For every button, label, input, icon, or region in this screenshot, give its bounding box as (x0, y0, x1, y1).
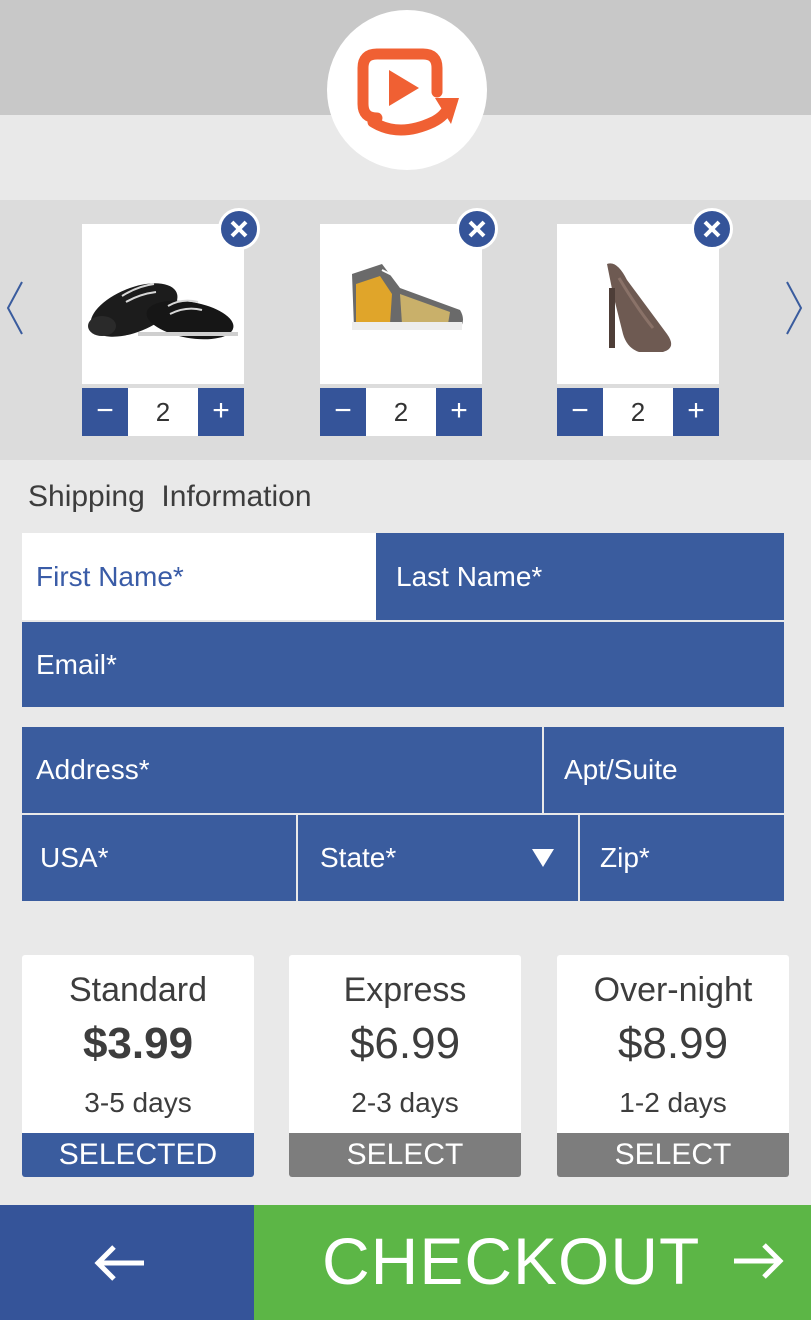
last-name-field[interactable]: Last Name* (378, 533, 784, 620)
country-field[interactable]: USA* (22, 815, 296, 901)
product-image-sneaker[interactable] (320, 224, 482, 384)
chevron-right-icon (786, 281, 803, 335)
shipping-option-standard[interactable]: Standard $3.99 3-5 days SELECTED (22, 955, 254, 1177)
product-image-high-heel[interactable] (557, 224, 719, 384)
decrease-quantity-button[interactable]: − (320, 388, 366, 436)
email-field[interactable]: Email* (22, 622, 784, 707)
cart-item: − 2 + (557, 208, 733, 436)
remove-item-button[interactable] (456, 208, 498, 250)
dropdown-triangle-icon (532, 849, 554, 867)
shipping-option-name: Standard (69, 971, 207, 1009)
shipping-option-price: $8.99 (617, 1019, 729, 1068)
decrease-quantity-button[interactable]: − (557, 388, 603, 436)
close-icon (703, 220, 721, 238)
shipping-select-button[interactable]: SELECT (289, 1133, 521, 1177)
zip-field[interactable]: Zip* (580, 815, 784, 901)
chevron-left-icon (6, 281, 23, 335)
shipping-option-overnight[interactable]: Over-night $8.99 1-2 days SELECT (557, 955, 789, 1177)
close-icon (468, 220, 486, 238)
quantity-stepper: − 2 + (82, 388, 244, 436)
first-name-field[interactable]: First Name* (22, 533, 376, 620)
section-title: Shipping Information (28, 480, 312, 513)
shipping-option-price: $6.99 (349, 1019, 461, 1068)
quantity-stepper: − 2 + (557, 388, 719, 436)
address-field[interactable]: Address* (22, 727, 542, 813)
close-icon (230, 220, 248, 238)
decrease-quantity-button[interactable]: − (82, 388, 128, 436)
carousel-next-button[interactable] (783, 278, 805, 343)
increase-quantity-button[interactable]: + (673, 388, 719, 436)
state-select-label: State* (320, 842, 397, 873)
shipping-option-name: Over-night (593, 971, 753, 1009)
state-select[interactable]: State* (298, 815, 578, 901)
shipping-option-days: 2-3 days (351, 1087, 459, 1118)
shipping-select-button[interactable]: SELECT (557, 1133, 789, 1177)
checkout-label: CHECKOUT (322, 1224, 701, 1298)
increase-quantity-button[interactable]: + (436, 388, 482, 436)
remove-item-button[interactable] (218, 208, 260, 250)
checkout-button[interactable]: CHECKOUT (254, 1205, 811, 1320)
shipping-option-express[interactable]: Express $6.99 2-3 days SELECT (289, 955, 521, 1177)
shipping-select-button[interactable]: SELECTED (22, 1133, 254, 1177)
shipping-option-days: 3-5 days (84, 1087, 192, 1118)
shipping-option-name: Express (343, 971, 467, 1009)
arrow-left-icon (94, 1245, 144, 1281)
shipping-option-days: 1-2 days (619, 1087, 727, 1118)
carousel-prev-button[interactable] (4, 278, 26, 343)
shipping-option-price: $3.99 (82, 1019, 194, 1068)
remove-item-button[interactable] (691, 208, 733, 250)
apt-suite-field[interactable]: Apt/Suite (544, 727, 784, 813)
back-button[interactable] (0, 1205, 254, 1320)
app-logo[interactable] (327, 10, 487, 170)
arrow-right-icon (734, 1243, 784, 1279)
quantity-value[interactable]: 2 (128, 388, 198, 436)
cart-item: − 2 + (82, 208, 260, 436)
quantity-value[interactable]: 2 (366, 388, 436, 436)
quantity-stepper: − 2 + (320, 388, 482, 436)
increase-quantity-button[interactable]: + (198, 388, 244, 436)
quantity-value[interactable]: 2 (603, 388, 673, 436)
cart-item: − 2 + (320, 208, 498, 436)
product-image-black-loafers[interactable] (82, 224, 244, 384)
play-refresh-logo-icon (357, 48, 459, 136)
